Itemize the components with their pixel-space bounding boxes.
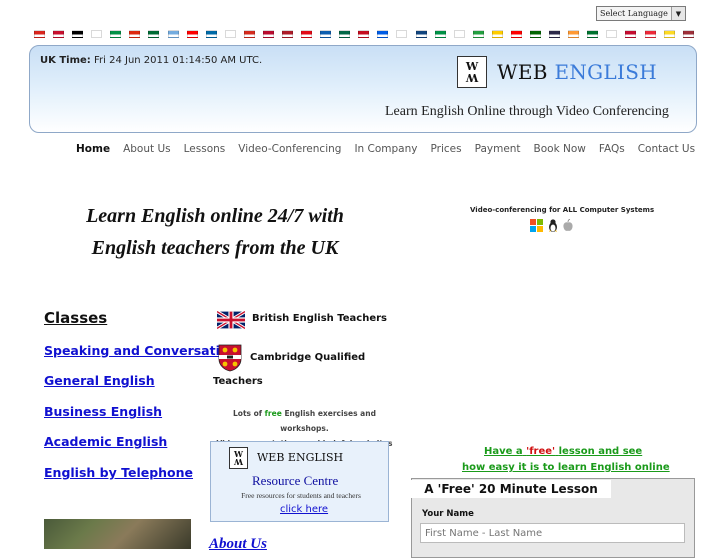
- class-link-telephone[interactable]: English by Telephone: [44, 465, 193, 480]
- flag-denmark-icon[interactable]: [625, 30, 637, 38]
- flag-latvia-icon[interactable]: [682, 30, 694, 38]
- nav-video-conferencing[interactable]: Video-Conferencing: [238, 143, 341, 155]
- british-teachers: British English Teachers: [252, 313, 387, 324]
- flag-poland-icon[interactable]: [606, 30, 618, 38]
- nav-lessons[interactable]: Lessons: [184, 143, 226, 155]
- flag-netherlands-icon[interactable]: [282, 30, 294, 38]
- linux-icon: [547, 219, 559, 235]
- resource-logo-icon: W W: [229, 447, 248, 469]
- flag-vietnam-icon[interactable]: [34, 30, 45, 38]
- classes-heading: Classes: [44, 309, 108, 327]
- free-lesson-free: 'free': [526, 446, 556, 457]
- flag-russia-icon[interactable]: [224, 30, 236, 38]
- class-link-business[interactable]: Business English: [44, 404, 162, 419]
- apple-icon: [562, 218, 574, 235]
- flag-korea-icon[interactable]: [91, 30, 103, 38]
- hero-line-2: English teachers from the UK: [91, 237, 339, 259]
- svg-text:W: W: [465, 71, 479, 84]
- language-select-value: Select Language: [600, 9, 668, 18]
- flag-japan-icon[interactable]: [396, 30, 408, 38]
- flag-spain-icon[interactable]: [358, 30, 370, 38]
- nav-in-company[interactable]: In Company: [354, 143, 417, 155]
- nav-about-us[interactable]: About Us: [123, 143, 171, 155]
- lots-prefix: Lots of: [233, 409, 263, 418]
- lots-suffix: English exercises and workshops.: [280, 409, 376, 433]
- language-select[interactable]: Select Language ▼: [596, 6, 686, 21]
- os-icons: [530, 218, 574, 235]
- flag-finland-icon[interactable]: [453, 30, 465, 38]
- main-nav: Home About Us Lessons Video-Conferencing…: [76, 143, 708, 155]
- nav-contact-us[interactable]: Contact Us: [638, 143, 695, 155]
- flag-iran-icon[interactable]: [472, 30, 484, 38]
- nav-faqs[interactable]: FAQs: [599, 143, 625, 155]
- resource-subtitle: Resource Centre: [252, 473, 339, 488]
- flag-taiwan-icon[interactable]: [186, 30, 198, 38]
- cambridge-qualified: Cambridge Qualified: [250, 352, 366, 363]
- free-lesson-promo-line-1[interactable]: Have a 'free' lesson and see: [484, 446, 642, 457]
- flag-uae-icon[interactable]: [587, 30, 599, 38]
- brand-name[interactable]: WEB ENGLISH: [497, 60, 657, 84]
- flag-croatia-icon[interactable]: [510, 30, 522, 38]
- class-link-academic[interactable]: Academic English: [44, 434, 167, 449]
- uk-time-label: UK Time:: [40, 55, 91, 66]
- class-link-speaking[interactable]: Speaking and Conversation: [44, 343, 237, 358]
- chevron-down-icon[interactable]: ▼: [671, 7, 685, 20]
- language-flags: [34, 30, 694, 40]
- resource-title: WEB ENGLISH: [257, 451, 344, 464]
- flag-sweden-icon[interactable]: [205, 30, 217, 38]
- free-lesson-promo-line-2[interactable]: how easy it is to learn English online: [462, 462, 670, 473]
- class-link-general[interactable]: General English: [44, 373, 155, 388]
- flag-china-icon[interactable]: [129, 30, 141, 38]
- flag-belgium-icon[interactable]: [663, 30, 675, 38]
- nav-payment[interactable]: Payment: [475, 143, 521, 155]
- cambridge-crest-icon: [218, 344, 242, 372]
- hero-heading: Learn English online 24/7 with English t…: [60, 200, 370, 264]
- flag-greece-icon[interactable]: [320, 30, 332, 38]
- video-conferencing-note: Video-conferencing for ALL Computer Syst…: [470, 206, 655, 214]
- flag-norway-icon[interactable]: [262, 30, 274, 38]
- tagline: Learn English Online through Video Confe…: [385, 104, 669, 119]
- logo-icon[interactable]: W W: [457, 56, 487, 88]
- nav-book-now[interactable]: Book Now: [534, 143, 586, 155]
- lots-free: free: [264, 409, 282, 418]
- flag-germany-icon[interactable]: [72, 30, 84, 38]
- brand-web: WEB: [497, 60, 548, 84]
- form-heading: A 'Free' 20 Minute Lesson: [411, 480, 611, 498]
- flag-czech-icon[interactable]: [415, 30, 427, 38]
- brand-english: ENGLISH: [554, 60, 657, 84]
- free-lesson-post: lesson and see: [558, 446, 643, 457]
- flag-italy-2-icon[interactable]: [434, 30, 446, 38]
- flag-mexico-icon[interactable]: [339, 30, 351, 38]
- svg-text:W: W: [233, 457, 244, 467]
- flag-india-icon[interactable]: [568, 30, 580, 38]
- flag-portugal-icon[interactable]: [530, 30, 542, 38]
- flag-saudi-arabia-icon[interactable]: [148, 30, 160, 38]
- flag-italy-icon[interactable]: [110, 30, 122, 38]
- name-label: Your Name: [422, 509, 474, 519]
- uk-flag-icon: [216, 310, 246, 330]
- windows-icon: [530, 219, 544, 235]
- flag-turkey-icon[interactable]: [301, 30, 313, 38]
- flag-cuba-icon[interactable]: [53, 30, 65, 38]
- free-lesson-pre: Have a: [484, 446, 523, 457]
- uk-time: UK Time: Fri 24 Jun 2011 01:14:50 AM UTC…: [40, 55, 262, 66]
- hero-line-1: Learn English online 24/7 with: [86, 205, 344, 227]
- nav-home[interactable]: Home: [76, 143, 110, 155]
- flag-thailand-icon[interactable]: [549, 30, 561, 38]
- nav-prices[interactable]: Prices: [430, 143, 461, 155]
- flag-argentina-icon[interactable]: [167, 30, 179, 38]
- uk-time-value: Fri 24 Jun 2011 01:14:50 AM UTC.: [94, 55, 263, 66]
- resource-click-here-link[interactable]: click here: [280, 504, 328, 515]
- flag-switzerland-icon[interactable]: [243, 30, 255, 38]
- flag-slovenia-icon[interactable]: [377, 30, 389, 38]
- flag-venezuela-icon[interactable]: [491, 30, 503, 38]
- resource-description: Free resources for students and teachers: [241, 491, 361, 500]
- name-input[interactable]: [420, 523, 685, 543]
- cambridge-teachers: Teachers: [213, 376, 263, 387]
- flag-austria-icon[interactable]: [644, 30, 656, 38]
